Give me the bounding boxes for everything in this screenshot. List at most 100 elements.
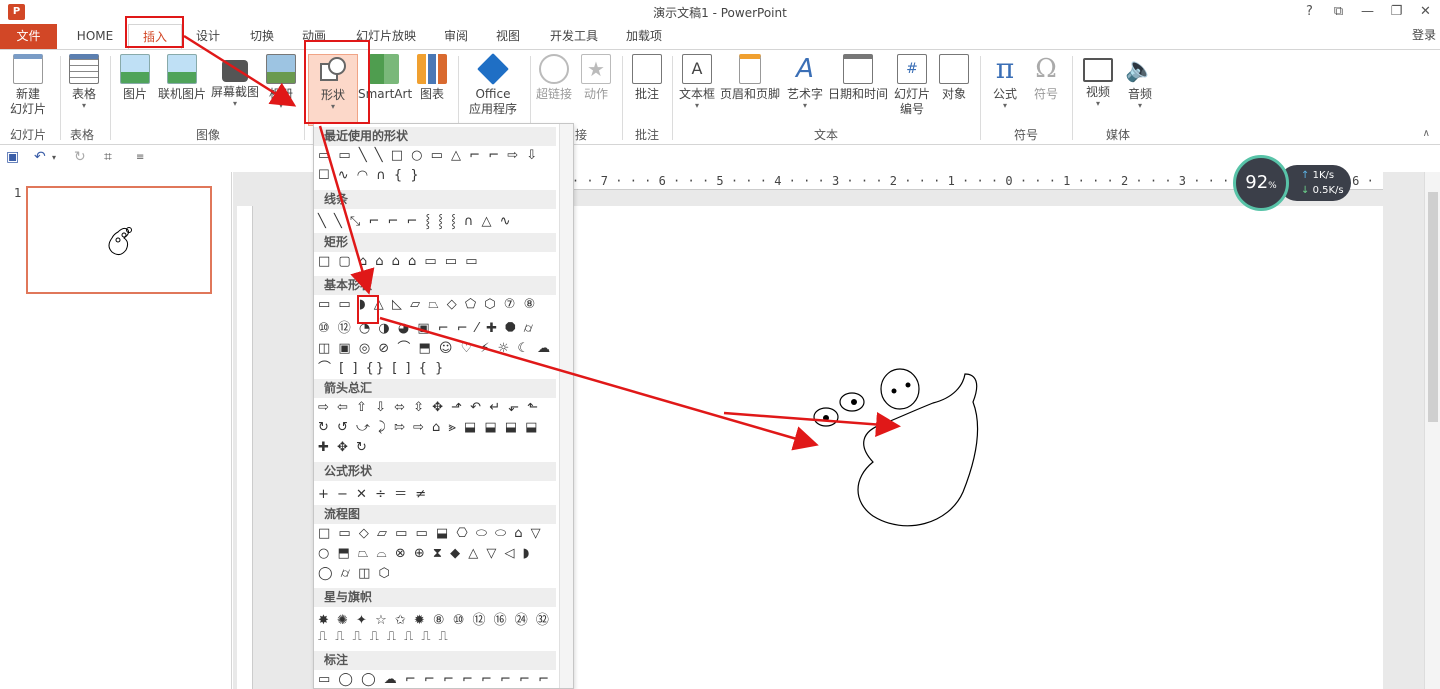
star-action-icon: ★ — [581, 54, 611, 84]
group-separator — [980, 56, 981, 140]
shape-row[interactable]: ✚ ✥ ↻ — [318, 440, 369, 460]
picture-icon — [120, 54, 150, 84]
shape-row[interactable]: + − ✕ ÷ ＝ ≠ — [318, 483, 428, 503]
wordart-button[interactable]: A 艺术字 ▾ — [784, 54, 826, 110]
shape-row[interactable]: ⑩ ⑫ ◔ ◑ ◕ ▣ ⌐ ⌐ ⁄ ✚ ⯃ ⌭ — [318, 317, 535, 337]
tab-developer[interactable]: 开发工具 — [540, 24, 608, 49]
datetime-button[interactable]: 日期和时间 — [826, 54, 890, 102]
hyperlink-button[interactable]: 超链接 — [534, 54, 574, 102]
comment-button[interactable]: 批注 — [628, 54, 666, 102]
upload-speed: 1K/s — [1312, 170, 1335, 181]
shapes-button[interactable]: 形状 ▾ — [308, 54, 358, 126]
smartart-button[interactable]: SmartArt — [358, 54, 412, 102]
save-icon[interactable]: ▣ — [6, 149, 19, 165]
tab-design[interactable]: 设计 — [186, 24, 230, 49]
album-icon — [266, 54, 296, 84]
audio-button[interactable]: 🔈 音频 ▾ — [1122, 54, 1158, 110]
shape-row[interactable]: ⇨ ⇦ ⇧ ⇩ ⬄ ⇳ ✥ ⬏ ↶ ↵ ⬐ ⬑ — [318, 400, 540, 420]
section-block-arrows: 箭头总汇 — [314, 379, 556, 398]
comment-icon — [632, 54, 662, 84]
film-icon — [1083, 58, 1113, 82]
collapse-ribbon-icon[interactable]: ∧ — [1423, 128, 1430, 139]
group-label-links: 接 — [575, 128, 588, 142]
speaker-icon: 🔈 — [1125, 55, 1155, 83]
undo-dropdown-icon[interactable]: ▾ — [52, 153, 56, 162]
shapes-gallery-panel: 最近使用的形状 ▭ ▭ ╲ ╲ □ ○ ▭ △ ⌐ ⌐ ⇨ ⇩ ☐ ∿ ◠ ∩ … — [313, 123, 574, 689]
shape-row[interactable]: ○ ⬒ ⏢ ⌓ ⊗ ⊕ ⧗ ◆ △ ▽ ◁ ◗ — [318, 546, 532, 566]
shape-row[interactable]: □ ▢ ⌂ ⌂ ⌂ ⌂ ▭ ▭ ▭ — [318, 254, 479, 274]
tab-slideshow[interactable]: 幻灯片放映 — [346, 24, 426, 49]
office-apps-button[interactable]: Office 应用程序 — [462, 53, 524, 117]
textbox-button[interactable]: A 文本框 ▾ — [676, 54, 718, 110]
equation-button[interactable]: π 公式 ▾ — [986, 54, 1024, 110]
shape-row[interactable]: ▭ ◯ ◯ ☁ ⌐ ⌐ ⌐ ⌐ ⌐ ⌐ ⌐ ⌐ — [318, 672, 551, 688]
online-picture-icon — [167, 54, 197, 84]
undo-icon[interactable]: ↶ — [34, 149, 46, 165]
shape-row[interactable]: ⎍ ⎍ ⎍ ⎍ ⎍ ⎍ ⎍ ⎍ — [318, 629, 450, 649]
ribbon-display-button[interactable]: ⧉ — [1324, 0, 1353, 24]
shape-row[interactable]: ⌒ [ ] {} [ ] { } — [318, 357, 445, 377]
picture-button[interactable]: 图片 — [116, 54, 154, 102]
quick-access-toolbar: ▣ ↶ ▾ ↻ ⌗ ≡ — [0, 146, 1440, 170]
album-button[interactable]: 相册 ▾ — [264, 54, 298, 110]
object-button[interactable]: 对象 — [936, 54, 972, 102]
group-separator — [304, 56, 305, 140]
symbol-button[interactable]: Ω 符号 — [1028, 54, 1064, 102]
shape-row[interactable]: ◯ ⌭ ◫ ⬡ — [318, 566, 392, 586]
group-label-images: 图像 — [196, 128, 221, 142]
scrollbar-thumb[interactable] — [1428, 192, 1438, 422]
redo-icon[interactable]: ↻ — [74, 149, 86, 165]
table-button[interactable]: 表格 ▾ — [64, 54, 104, 110]
tab-review[interactable]: 审阅 — [434, 24, 478, 49]
header-footer-button[interactable]: 页眉和页脚 — [718, 54, 782, 102]
slide-number-button[interactable]: # 幻灯片 编号 — [892, 54, 932, 117]
new-slide-button[interactable]: 新建 幻灯片 — [4, 54, 52, 117]
new-slide-icon — [13, 54, 43, 84]
chart-button[interactable]: 图表 — [414, 54, 450, 102]
tab-addins[interactable]: 加载项 — [616, 24, 672, 49]
section-equation-shapes: 公式形状 — [314, 462, 556, 481]
shape-row[interactable]: ╲ ╲ ⤡ ⌐ ⌐ ⌐ ⸾ ⸾ ⸾ ∩ △ ∿ — [318, 211, 513, 231]
screenshot-button[interactable]: 屏幕截图 ▾ — [208, 54, 262, 108]
close-button[interactable]: ✕ — [1411, 0, 1440, 24]
shape-row[interactable]: □ ▭ ◇ ▱ ▭ ▭ ⬓ ⎔ ⬭ ⬭ ⌂ ▽ — [318, 526, 543, 546]
group-separator — [672, 56, 673, 140]
tab-view[interactable]: 视图 — [486, 24, 530, 49]
help-button[interactable]: ? — [1295, 0, 1324, 24]
tab-insert[interactable]: 插入 — [128, 24, 182, 49]
shape-row[interactable]: ▭ ▭ ╲ ╲ □ ○ ▭ △ ⌐ ⌐ ⇨ ⇩ — [318, 148, 539, 168]
presentation-icon[interactable]: ⌗ — [104, 149, 112, 165]
speed-pill: ↑ 1K/s ↓ 0.5K/s — [1279, 165, 1351, 201]
group-label-text: 文本 — [814, 128, 839, 142]
restore-button[interactable]: ❐ — [1382, 0, 1411, 24]
shapes-panel-scrollbar[interactable] — [559, 124, 573, 688]
shape-row[interactable]: ✸ ✺ ✦ ☆ ✩ ✹ ⑧ ⑩ ⑫ ⑯ ㉔ ㉜ — [318, 609, 551, 629]
shape-row[interactable]: ◫ ▣ ◎ ⊘ ⌒ ⬒ ☺ ♡ ⚡ ☼ ☾ ☁ — [318, 337, 552, 357]
shape-row[interactable]: ☐ ∿ ◠ ∩ { } — [318, 168, 421, 188]
action-button[interactable]: ★ 动作 — [578, 54, 614, 102]
shape-row[interactable]: ↻ ↺ ⤻ ⤸ ⇰ ⇨ ⌂ ⪢ ⬓ ⬓ ⬓ ⬓ — [318, 420, 539, 440]
login-link[interactable]: 登录 — [1412, 26, 1436, 43]
group-separator — [622, 56, 623, 140]
vertical-scrollbar[interactable] — [1424, 172, 1440, 689]
group-label-comments: 批注 — [635, 128, 660, 142]
shape-row[interactable]: ▭ ▭ ◗ △ ◺ ▱ ⏢ ◇ ⬠ ⬡ ⑦ ⑧ — [318, 297, 537, 317]
tab-animations[interactable]: 动画 — [292, 24, 336, 49]
tab-transitions[interactable]: 切换 — [240, 24, 284, 49]
minimize-button[interactable]: — — [1353, 0, 1382, 24]
network-speed-widget[interactable]: ↑ 1K/s ↓ 0.5K/s 92% — [1233, 155, 1353, 211]
globe-link-icon — [539, 54, 569, 84]
wordart-icon: A — [796, 54, 814, 84]
vertical-ruler — [237, 206, 253, 689]
customize-qat-icon[interactable]: ≡ — [136, 152, 144, 163]
memory-ring: 92% — [1233, 155, 1289, 211]
window-title: 演示文稿1 - PowerPoint — [653, 6, 787, 20]
title-bar: P 演示文稿1 - PowerPoint ? ⧉ — ❐ ✕ — [0, 0, 1440, 24]
online-picture-button[interactable]: 联机图片 — [156, 54, 208, 102]
video-button[interactable]: 视频 ▾ — [1080, 54, 1116, 108]
tab-home[interactable]: HOME — [66, 24, 124, 49]
slide-thumbnail[interactable] — [26, 186, 212, 294]
download-arrow-icon: ↓ — [1301, 185, 1310, 196]
tab-file[interactable]: 文件 — [0, 24, 57, 49]
group-label-symbols: 符号 — [1014, 128, 1039, 142]
